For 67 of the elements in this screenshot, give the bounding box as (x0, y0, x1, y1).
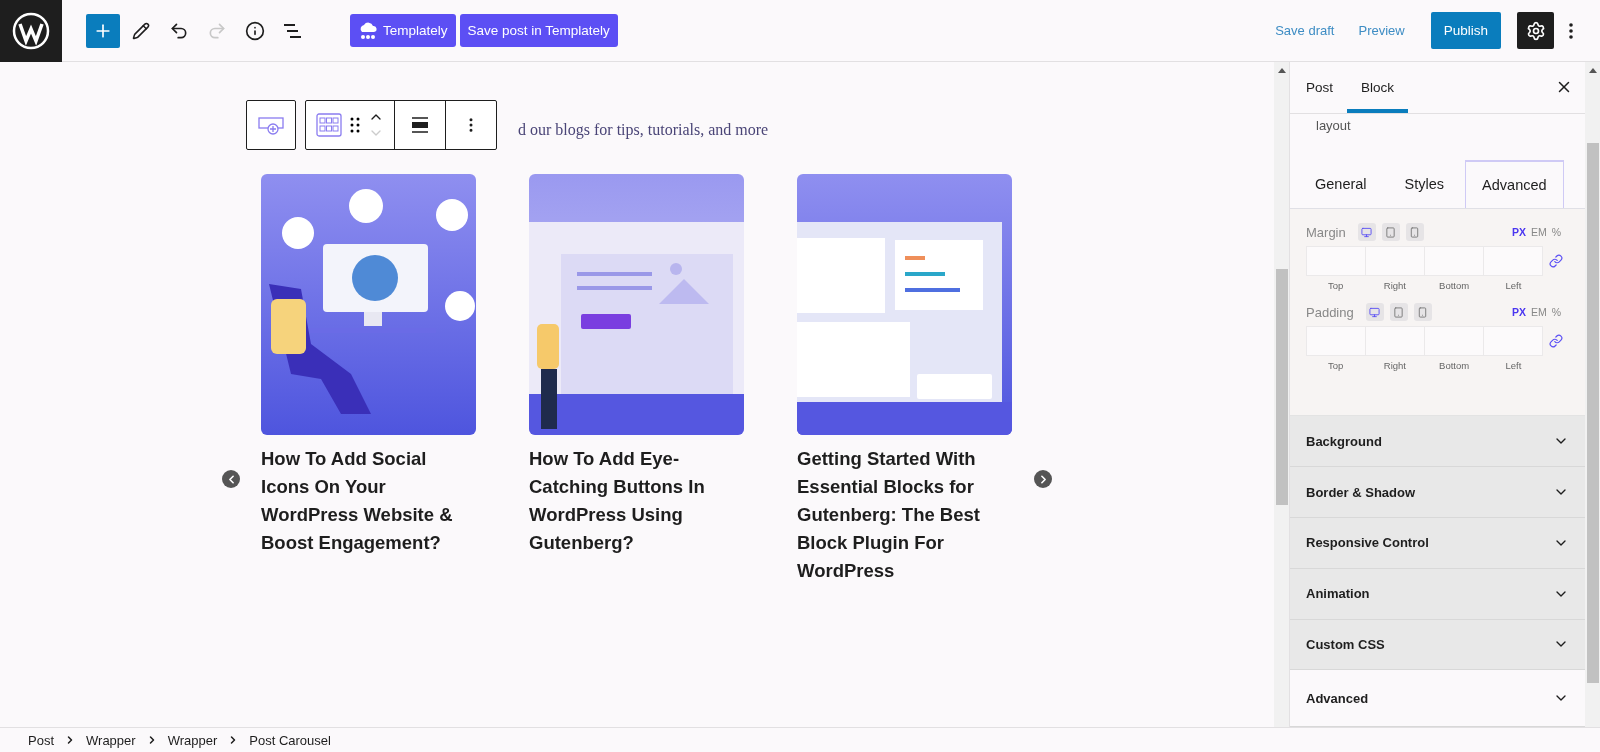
breadcrumb-link[interactable]: Post Carousel (249, 732, 331, 748)
spacing-label: Padding (1306, 304, 1354, 320)
tablet-icon (1385, 226, 1397, 238)
link-values-icon[interactable] (1549, 334, 1563, 349)
post-title[interactable]: How To Add Social Icons On Your WordPress Website & Boost Engagement? (261, 445, 476, 557)
phone-icon (1409, 226, 1421, 238)
cloud-icon (358, 20, 378, 41)
side-label: Right (1382, 360, 1407, 372)
unit-button[interactable]: PX (1511, 226, 1526, 239)
add-block-button[interactable] (86, 13, 120, 48)
sidebar-tab[interactable]: Post (1292, 62, 1347, 113)
side-label: Bottom (1438, 280, 1471, 292)
parent-block-button[interactable] (246, 100, 296, 150)
save-draft-link[interactable]: Save draft (1263, 23, 1347, 38)
side-label: Bottom (1438, 360, 1471, 372)
unit-button[interactable]: % (1551, 306, 1561, 319)
spacing-label: Margin (1306, 224, 1346, 240)
blog-subtitle: d our blogs for tips, tutorials, and more (518, 120, 769, 140)
desktop-device-button[interactable] (1365, 303, 1384, 322)
preview-link[interactable]: Preview (1346, 23, 1417, 38)
monitor-icon (1369, 306, 1381, 318)
scrollbar[interactable] (1274, 62, 1289, 727)
unit-button[interactable]: PX (1511, 306, 1526, 319)
block-description: layout (1315, 116, 1352, 135)
tablet-device-button[interactable] (1381, 223, 1400, 242)
settings-panel-toggle[interactable]: Custom CSS (1290, 619, 1585, 671)
side-label: Top (1326, 280, 1345, 292)
side-label: Top (1326, 360, 1345, 372)
phone-icon (1417, 306, 1429, 318)
settings-button[interactable] (1517, 12, 1554, 49)
mobile-device-button[interactable] (1413, 303, 1432, 322)
settings-tab[interactable]: General (1298, 160, 1384, 209)
breadcrumb-link[interactable]: Wrapper (86, 732, 136, 748)
publish-button[interactable]: Publish (1430, 12, 1501, 49)
add-parent-icon (258, 115, 284, 135)
undo-icon (169, 20, 189, 41)
side-label: Right (1382, 280, 1407, 292)
post-title[interactable]: Getting Started With Essential Blocks for Gutenberg: The Best Block Plugin For WordPress (797, 445, 1012, 585)
more-icon (1569, 22, 1573, 39)
breadcrumb-link[interactable]: Wrapper (167, 732, 218, 748)
carousel-block-icon[interactable] (316, 113, 342, 137)
post-title[interactable]: How To Add Eye-Catching Buttons In WordPress Using Gutenberg? (529, 445, 744, 557)
breadcrumb-link[interactable]: Post (28, 732, 54, 748)
tablet-icon (1393, 306, 1405, 318)
mobile-device-button[interactable] (1405, 223, 1424, 242)
sidebar-tab[interactable]: Block (1347, 62, 1409, 113)
align-icon[interactable] (411, 116, 429, 134)
link-values-icon[interactable] (1549, 254, 1563, 269)
wordpress-logo[interactable] (0, 0, 62, 62)
settings-panel-toggle[interactable]: Background (1290, 416, 1585, 468)
monitor-icon (1361, 226, 1373, 238)
desktop-device-button[interactable] (1357, 223, 1376, 242)
settings-panel-toggle[interactable]: Animation (1290, 568, 1585, 620)
save-template-button[interactable]: Save post in Templately (459, 14, 618, 47)
unit-button[interactable]: % (1551, 226, 1561, 239)
info-icon (245, 20, 265, 41)
settings-panel-toggle[interactable]: Responsive Control (1290, 518, 1585, 569)
scrollbar[interactable] (1585, 62, 1600, 727)
settings-tab[interactable]: Styles (1387, 160, 1462, 209)
tablet-device-button[interactable] (1389, 303, 1408, 322)
side-label: Left (1504, 360, 1523, 372)
drag-handle-icon[interactable] (350, 117, 360, 133)
templately-button[interactable]: Templately (350, 14, 456, 47)
side-label: Left (1504, 280, 1523, 292)
redo-icon (207, 20, 227, 41)
settings-icon (1525, 20, 1546, 41)
settings-panel-toggle[interactable]: Border & Shadow (1290, 467, 1585, 518)
